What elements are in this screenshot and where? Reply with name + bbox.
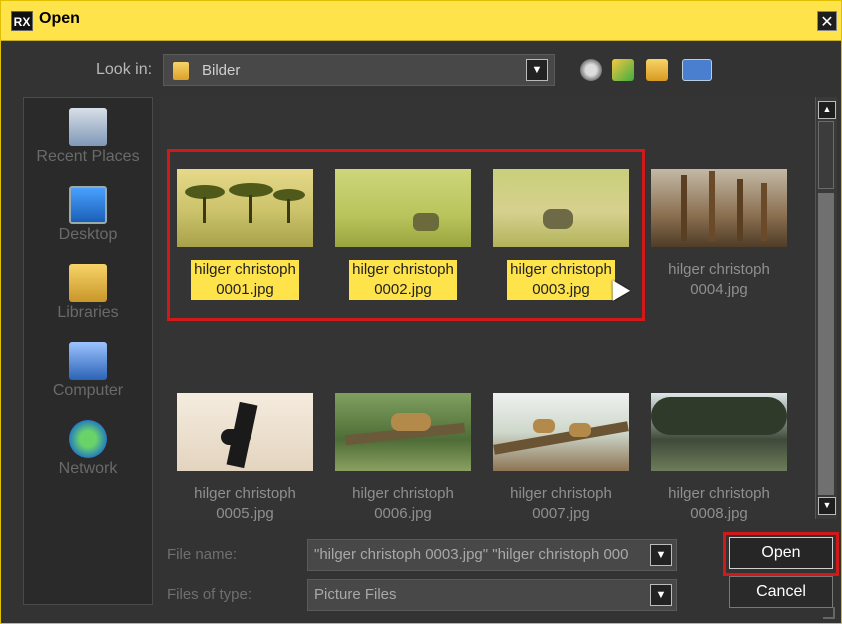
cancel-button[interactable]: Cancel: [729, 576, 833, 608]
thumbnail-image: [177, 393, 313, 471]
file-name-label: hilger christoph 0001.jpg: [191, 260, 299, 300]
dialog-title: Open: [39, 10, 80, 27]
file-name-label: hilger christoph 0006.jpg: [352, 485, 454, 522]
file-item[interactable]: hilger christoph 0002.jpg: [333, 169, 473, 300]
file-item[interactable]: hilger christoph 0004.jpg: [649, 169, 789, 300]
file-type-value: Picture Files: [314, 586, 397, 603]
places-bar: Recent Places Desktop Libraries Computer…: [23, 97, 153, 605]
vertical-scrollbar[interactable]: ▲ ▼: [815, 97, 837, 519]
app-logo: RX: [11, 11, 33, 31]
recent-places-icon: [69, 108, 107, 146]
thumbnail-image: [651, 169, 787, 247]
place-label: Libraries: [57, 304, 119, 321]
file-type-dropdown[interactable]: Picture Files ▼: [307, 579, 677, 611]
file-name-label: hilger christoph 0002.jpg: [349, 260, 457, 300]
folder-icon: [173, 62, 189, 80]
place-network[interactable]: Network: [24, 420, 152, 478]
look-in-dropdown[interactable]: Bilder ▼: [163, 54, 555, 86]
scroll-track[interactable]: [818, 193, 834, 495]
scroll-up-arrow-icon[interactable]: ▲: [818, 101, 836, 119]
thumbnail-image: [335, 169, 471, 247]
thumbnail-image: [335, 393, 471, 471]
file-item[interactable]: hilger christoph 0005.jpg: [175, 393, 315, 524]
file-type-label-text: Files of type:: [167, 586, 253, 603]
new-folder-icon[interactable]: [646, 59, 668, 81]
file-name-label: hilger christoph 0008.jpg: [668, 485, 770, 522]
computer-icon: [69, 342, 107, 380]
file-name-input[interactable]: "hilger christoph 0003.jpg" "hilger chri…: [307, 539, 677, 571]
file-name-label: hilger christoph 0003.jpg: [506, 259, 616, 301]
network-icon: [69, 420, 107, 458]
scroll-thumb[interactable]: [818, 121, 834, 189]
place-libraries[interactable]: Libraries: [24, 264, 152, 322]
desktop-icon: [69, 186, 107, 224]
chevron-down-icon[interactable]: ▼: [650, 544, 672, 566]
title-bar[interactable]: RX Open ✕: [1, 1, 841, 41]
thumbnail-image: [651, 393, 787, 471]
place-label: Recent Places: [36, 148, 140, 165]
file-name-label: hilger christoph 0004.jpg: [668, 261, 770, 298]
file-name-value: "hilger christoph 0003.jpg" "hilger chri…: [314, 546, 629, 563]
close-button[interactable]: ✕: [817, 11, 837, 31]
libraries-icon: [69, 264, 107, 302]
chevron-down-icon[interactable]: ▼: [526, 59, 548, 81]
place-label: Desktop: [58, 226, 118, 243]
place-label: Network: [58, 460, 118, 477]
scroll-down-arrow-icon[interactable]: ▼: [818, 497, 836, 515]
back-icon[interactable]: [580, 59, 602, 81]
chevron-down-icon[interactable]: ▼: [650, 584, 672, 606]
views-menu-icon[interactable]: [682, 59, 712, 81]
thumbnail-image: [493, 169, 629, 247]
resize-grip-icon[interactable]: [823, 607, 835, 619]
place-computer[interactable]: Computer: [24, 342, 152, 400]
file-item[interactable]: hilger christoph 0008.jpg: [649, 393, 789, 524]
file-item[interactable]: hilger christoph 0006.jpg: [333, 393, 473, 524]
file-item[interactable]: hilger christoph 0001.jpg: [175, 169, 315, 300]
place-desktop[interactable]: Desktop: [24, 186, 152, 244]
thumbnail-image: [493, 393, 629, 471]
look-in-label: Look in:: [96, 61, 153, 78]
thumbnail-image: [177, 169, 313, 247]
file-name-label: hilger christoph 0005.jpg: [194, 485, 296, 522]
place-label: Computer: [52, 382, 124, 399]
open-button[interactable]: Open: [729, 537, 833, 569]
place-recent-places[interactable]: Recent Places: [24, 108, 152, 166]
file-item[interactable]: hilger christoph 0007.jpg: [491, 393, 631, 524]
file-name-label: hilger christoph 0007.jpg: [510, 485, 612, 522]
up-folder-icon[interactable]: [612, 59, 634, 81]
look-in-value: Bilder: [202, 62, 241, 79]
file-name-label-text: File name:: [167, 546, 238, 563]
open-dialog: RX Open ✕ Look in: Bilder ▼ Recent Place…: [0, 0, 842, 624]
